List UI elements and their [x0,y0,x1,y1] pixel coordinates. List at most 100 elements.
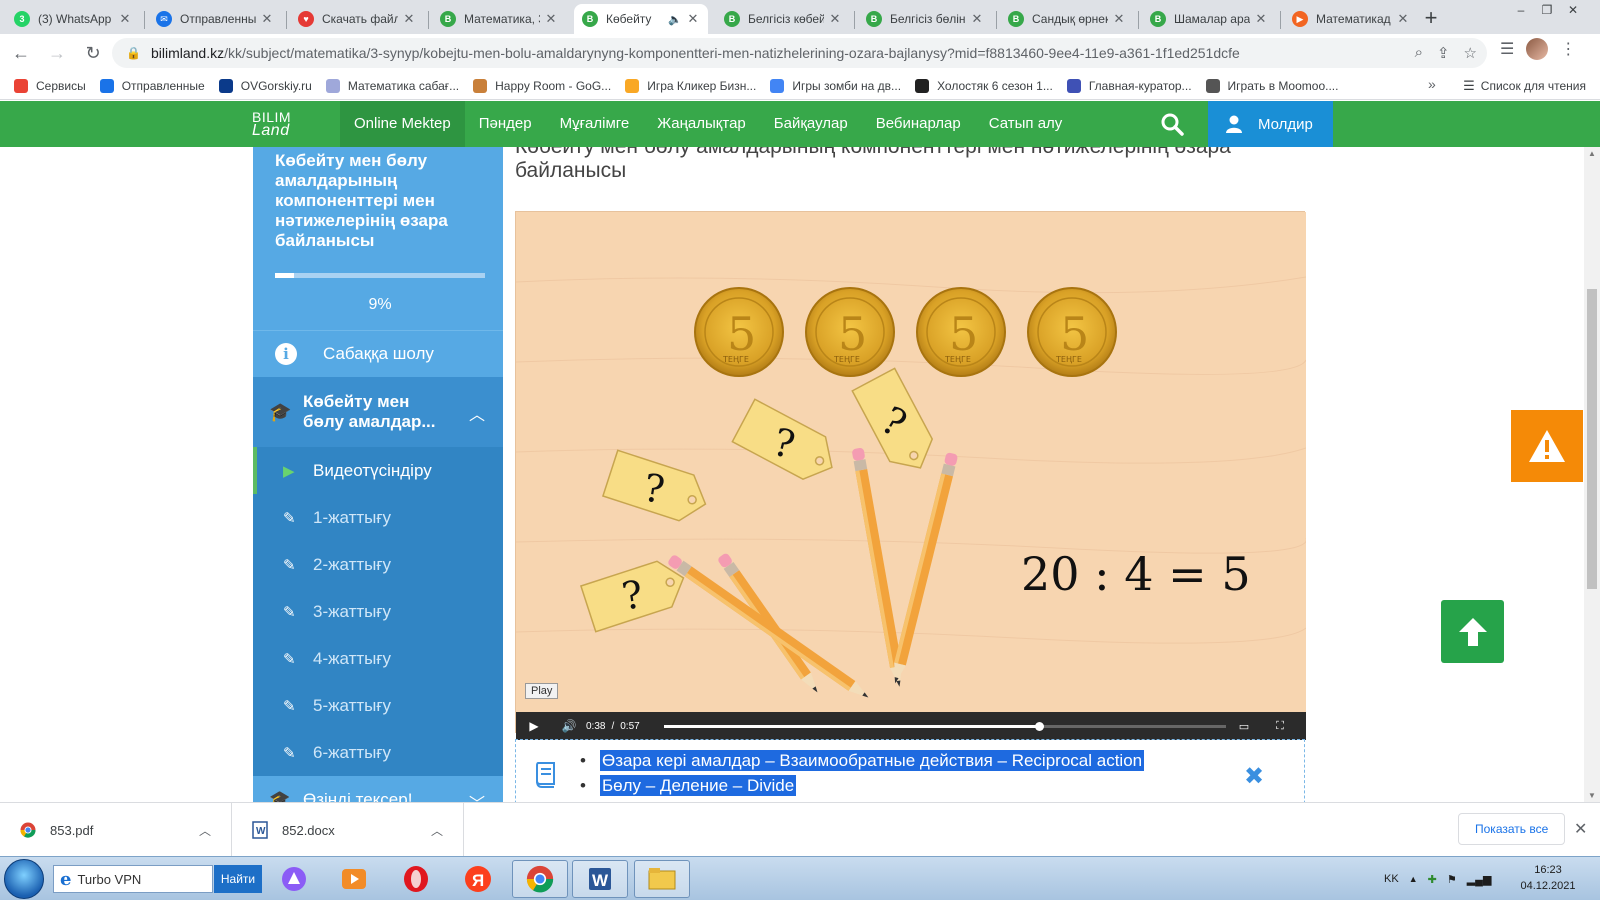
taskbar-app-explorer[interactable] [634,860,690,898]
sidebar-item-exercise[interactable]: ✎ 6-жаттығу [253,729,503,776]
user-account-button[interactable]: Молдир [1208,101,1333,147]
bookmark-item[interactable]: Математика сабағ... [325,78,459,93]
video-seek-handle[interactable] [1034,721,1044,731]
close-tab-icon[interactable]: ✕ [1112,11,1126,27]
bookmark-item[interactable]: OVGorskiy.ru [218,78,312,93]
video-player[interactable]: 5 ТЕҢГЕ 5 ТЕҢГЕ 5 ТЕҢГЕ 5 ТЕҢГЕ ? ? ? ? … [515,211,1307,740]
nav-item[interactable]: Жаңалықтар [643,101,759,147]
flag-icon[interactable]: ⚑ [1447,873,1457,886]
browser-tab[interactable]: B Математика, 3 ✕ [432,4,566,34]
browser-tab[interactable]: B Белгісіз бөлін ✕ [858,4,992,34]
scroll-up-arrow-icon[interactable]: ▲ [1584,149,1600,158]
sidebar-item-exercise[interactable]: ✎ 2-жаттығу [253,541,503,588]
profile-avatar[interactable] [1526,38,1549,60]
chevron-up-icon[interactable]: ︿ [190,822,220,839]
sidebar-item-exercise[interactable]: ✎ 4-жаттығу [253,635,503,682]
sidebar-item-exercise[interactable]: ▶ Видеотүсіндіру [253,447,503,494]
bookmark-item[interactable]: Сервисы [14,78,86,93]
browser-tab[interactable]: ♥ Скачать файл ✕ [290,4,424,34]
sidebar-item-overview[interactable]: i Сабаққа шолу [253,330,503,377]
close-tab-icon[interactable]: ✕ [1396,11,1410,27]
bilimland-logo[interactable]: BILIM Land [252,110,340,139]
browser-tab[interactable]: B Көбейту 🔈 ✕ [574,4,708,34]
sidebar-item-exercise[interactable]: ✎ 3-жаттығу [253,588,503,635]
browser-tab[interactable]: ▶ Математикад ✕ [1284,4,1418,34]
bookmark-item[interactable]: Отправленные [99,78,205,93]
close-tab-icon[interactable]: ✕ [970,11,984,27]
close-tab-icon[interactable]: ✕ [1254,11,1268,27]
bookmark-item[interactable]: Игры зомби на дв... [770,78,901,93]
taskbar-app-yandex[interactable]: Я [450,860,506,898]
reload-icon[interactable]: ↻ [78,38,108,68]
sidebar-section-self-check[interactable]: 🎓 Өзіңді тексер! ﹀ [253,776,503,802]
bookmark-item[interactable]: Холостяк 6 сезон 1... [915,78,1053,93]
bookmark-star-icon[interactable]: ☆ [1464,44,1477,62]
picture-in-picture-icon[interactable]: ▭ [1226,720,1262,733]
show-all-downloads-button[interactable]: Показать все [1458,813,1566,845]
menu-icon[interactable]: ⋮ [1560,39,1576,59]
sidebar-item-exercise[interactable]: ✎ 5-жаттығу [253,682,503,729]
page-scrollbar[interactable]: ▲ ▼ [1584,147,1600,802]
nav-item[interactable]: Вебинарлар [862,101,975,147]
close-tab-icon[interactable]: ✕ [402,11,416,27]
bookmark-item[interactable]: Главная-куратор... [1066,78,1192,93]
scroll-to-top-button[interactable] [1441,600,1504,663]
browser-tab[interactable]: B Сандық өрнек ✕ [1000,4,1134,34]
taskbar-app-media-player[interactable] [326,860,382,898]
nav-item[interactable]: Байқаулар [760,101,862,147]
taskbar-clock[interactable]: 16:23 04.12.2021 [1512,862,1584,894]
report-error-button[interactable] [1511,410,1583,482]
back-icon[interactable]: ← [6,38,36,68]
reading-list-button[interactable]: ☰ Список для чтения [1463,78,1586,94]
browser-tab[interactable]: B Белгісіз көбей ✕ [716,4,850,34]
taskbar-find-button[interactable]: Найти [214,865,262,893]
forward-icon[interactable]: → [42,38,72,68]
taskbar-app-opera[interactable] [388,860,444,898]
close-tab-icon[interactable]: ✕ [828,11,842,27]
new-tab-button[interactable]: + [1418,6,1444,32]
taskbar-app-word[interactable]: W [572,860,628,898]
close-tab-icon[interactable]: ✕ [686,11,700,27]
video-seek-bar[interactable] [664,721,1226,731]
close-tab-icon[interactable]: ✕ [544,11,558,27]
close-icon[interactable]: ✖ [1244,762,1264,791]
bookmarks-more-button[interactable]: » [1428,76,1436,92]
taskbar-app-alice[interactable] [266,860,322,898]
chevron-up-icon[interactable]: ︿ [469,401,485,425]
tray-expand-icon[interactable]: ▲ [1409,874,1418,884]
close-tab-icon[interactable]: ✕ [118,11,132,27]
address-bar[interactable]: 🔒 bilimland.kz/kk/subject/matematika/3-s… [112,38,1487,68]
bookmark-item[interactable]: Happy Room - GoG... [473,78,611,93]
close-window-icon[interactable]: ✕ [1560,0,1586,22]
bookmark-item[interactable]: Играть в Moomoo.... [1205,78,1338,93]
network-add-icon[interactable]: ✚ [1428,873,1437,886]
close-tab-icon[interactable]: ✕ [260,11,274,27]
fullscreen-icon[interactable]: ⛶ [1262,720,1298,733]
taskbar-app-chrome[interactable] [512,860,568,898]
volume-icon[interactable]: 🔊 [552,719,586,733]
play-button[interactable]: ▶ [516,719,552,733]
scrollbar-thumb[interactable] [1587,289,1597,589]
browser-tab[interactable]: 3 (3) WhatsApp ✕ [6,4,140,34]
share-icon[interactable]: ⇪ [1437,44,1450,62]
sidebar-item-exercise[interactable]: ✎ 1-жаттығу [253,494,503,541]
keyboard-language[interactable]: KK [1384,873,1399,885]
nav-item[interactable]: Online Mektep [340,101,465,147]
download-item[interactable]: 853.pdf ︿ [0,803,232,857]
bookmark-item[interactable]: Игра Кликер Бизн... [625,78,756,93]
nav-item[interactable]: Сатып алу [975,101,1077,147]
scroll-down-arrow-icon[interactable]: ▼ [1584,791,1600,800]
sidebar-section-lesson[interactable]: 🎓 Көбейту мен бөлу амалдар... ︿ [253,377,503,447]
signal-icon[interactable]: ▂▄▆ [1467,873,1492,886]
minimize-icon[interactable]: – [1508,0,1534,22]
speaker-icon[interactable]: 🔈 [668,13,682,26]
chevron-down-icon[interactable]: ﹀ [469,790,485,802]
reading-mode-icon[interactable]: ☰ [1500,39,1514,59]
start-button[interactable] [4,859,44,899]
zoom-icon[interactable]: ⌕ [1415,44,1423,62]
browser-tab[interactable]: B Шамалар ара ✕ [1142,4,1276,34]
nav-item[interactable]: Пәндер [465,101,546,147]
lock-icon[interactable]: 🔒 [126,46,141,60]
taskbar-search-input[interactable]: e Turbo VPN [53,865,213,893]
chevron-up-icon[interactable]: ︿ [422,822,452,839]
